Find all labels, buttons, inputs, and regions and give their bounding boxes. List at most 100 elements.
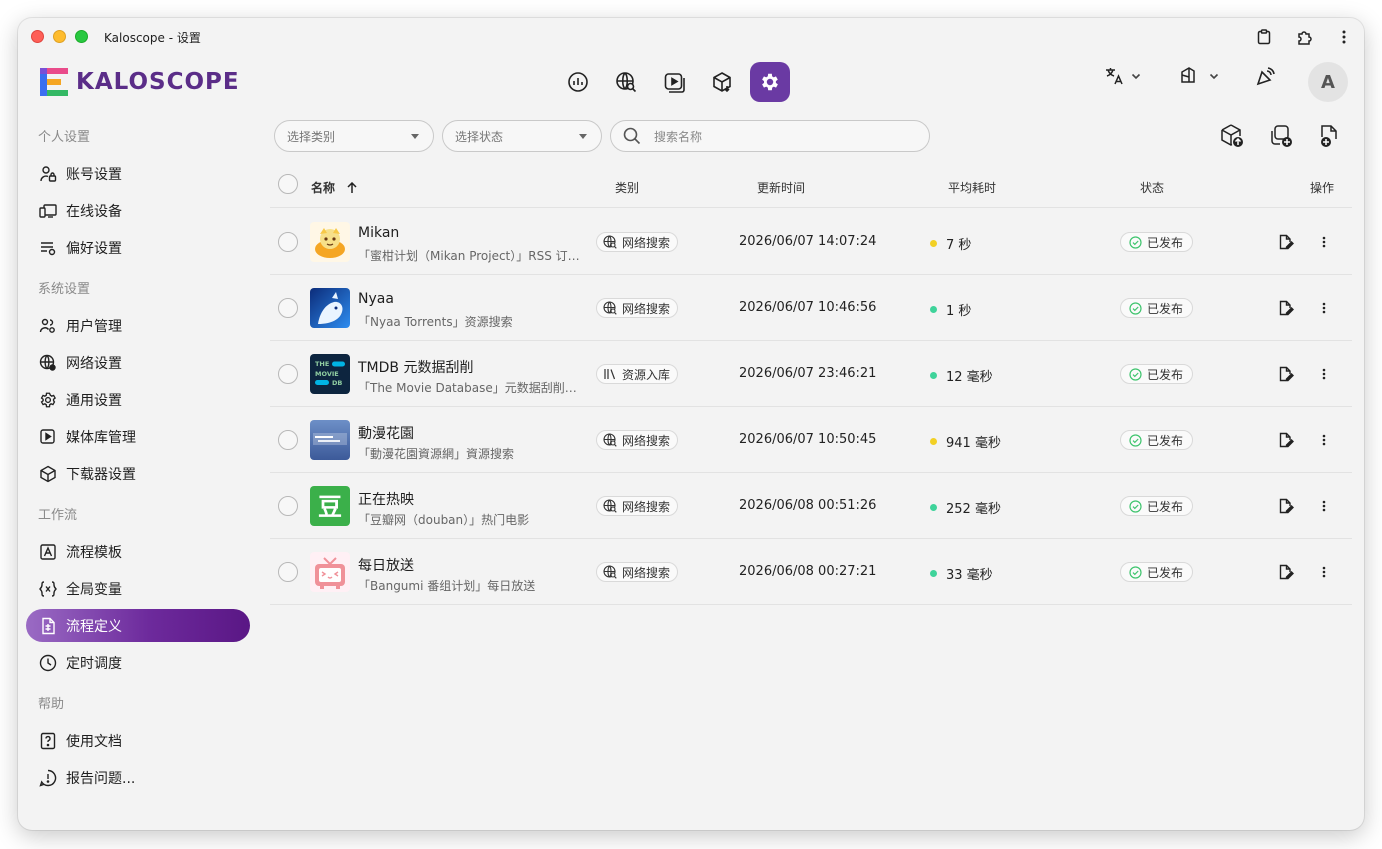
globe-search-icon [603, 565, 617, 579]
zoom-window-button[interactable] [75, 30, 88, 43]
row-name[interactable]: Mikan [358, 225, 399, 241]
row-name[interactable]: TMDB 元数据刮削 [358, 357, 473, 377]
avg-time-value: 33 毫秒 [946, 568, 993, 583]
sidebar-item-user-management[interactable]: 用户管理 [26, 309, 250, 342]
sidebar-item-account-settings[interactable]: 账号设置 [26, 157, 250, 190]
svg-text:DB: DB [332, 379, 342, 387]
edit-button[interactable] [1276, 298, 1296, 318]
new-flow-button[interactable] [1315, 122, 1343, 150]
package-upload-icon [1221, 124, 1243, 147]
sidebar-item-general-settings[interactable]: 通用设置 [26, 383, 250, 416]
clipboard-icon[interactable] [1254, 27, 1274, 47]
avg-time-value: 12 毫秒 [946, 370, 993, 385]
edit-button[interactable] [1276, 430, 1296, 450]
edit-button[interactable] [1276, 562, 1296, 582]
sidebar-item-label: 流程模板 [66, 544, 122, 561]
source-thumbnail: THE MOVIE DB [310, 354, 350, 394]
row-more-button[interactable] [1314, 364, 1334, 384]
nav-dashboard-button[interactable] [558, 62, 598, 102]
select-all-checkbox[interactable] [278, 174, 298, 194]
sidebar-item-network-settings[interactable]: 网络设置 [26, 346, 250, 379]
globe-search-icon [603, 499, 617, 513]
more-vertical-icon [1322, 368, 1326, 380]
minimize-window-button[interactable] [53, 30, 66, 43]
category-label: 网络搜索 [622, 565, 671, 580]
broadcast-icon [1256, 67, 1275, 86]
translate-icon [1106, 68, 1123, 85]
sidebar-item-label: 用户管理 [66, 318, 122, 335]
row-name[interactable]: 每日放送 [358, 555, 414, 575]
column-name-header[interactable]: 名称 [311, 179, 357, 196]
sidebar-item-scheduler[interactable]: 定时调度 [26, 646, 250, 679]
nav-downloader-button[interactable] [702, 62, 742, 102]
nav-search-button[interactable] [606, 62, 646, 102]
edit-button[interactable] [1276, 364, 1296, 384]
row-name[interactable]: 正在热映 [358, 489, 414, 509]
chevron-down-icon [1131, 73, 1141, 80]
language-dropdown[interactable] [1104, 66, 1142, 86]
globe-search-icon [603, 433, 617, 447]
row-more-button[interactable] [1314, 562, 1334, 582]
sidebar-item-preferences[interactable]: 偏好设置 [26, 231, 250, 264]
edit-button[interactable] [1276, 232, 1296, 252]
row-checkbox[interactable] [278, 232, 298, 252]
table-row[interactable]: THE MOVIE DB TMDB 元数据刮削 「The Movie Databas… [270, 341, 1352, 407]
sidebar-item-media-library[interactable]: 媒体库管理 [26, 420, 250, 453]
notifications-button[interactable] [1254, 66, 1276, 88]
theme-dropdown[interactable] [1178, 66, 1220, 86]
sidebar-item-flow-templates[interactable]: 流程模板 [26, 535, 250, 568]
sidebar-item-label: 全局变量 [66, 581, 122, 598]
table-row[interactable]: Mikan 「蜜柑计划（Mikan Project）」RSS 订阅... 网络搜… [270, 209, 1352, 275]
speed-indicator-dot [930, 240, 937, 247]
table-row[interactable]: 每日放送 「Bangumi 番组计划」每日放送 网络搜索 2026/06/08 … [270, 539, 1352, 605]
more-menu-icon[interactable] [1334, 27, 1354, 47]
source-thumbnail: 豆 [310, 486, 350, 526]
row-more-button[interactable] [1314, 496, 1334, 516]
column-avg-time-header: 平均耗时 [948, 181, 997, 195]
status-label: 已发布 [1147, 499, 1184, 514]
row-name[interactable]: Nyaa [358, 291, 394, 307]
row-checkbox[interactable] [278, 298, 298, 318]
source-thumbnail [310, 288, 350, 328]
sidebar-item-label: 下载器设置 [66, 466, 136, 483]
close-window-button[interactable] [31, 30, 44, 43]
extension-icon[interactable] [1294, 27, 1314, 47]
row-name[interactable]: 動漫花園 [358, 423, 414, 443]
avg-time-value: 1 秒 [946, 304, 972, 319]
category-label: 网络搜索 [622, 499, 671, 514]
add-from-template-button[interactable] [1267, 122, 1295, 150]
row-checkbox[interactable] [278, 496, 298, 516]
globe-search-icon [603, 301, 617, 315]
row-checkbox[interactable] [278, 364, 298, 384]
top-nav [558, 62, 790, 102]
import-button[interactable] [1218, 122, 1246, 150]
more-vertical-icon [1322, 434, 1326, 446]
sidebar-item-flow-definition[interactable]: 流程定义 [26, 609, 250, 642]
row-more-button[interactable] [1314, 430, 1334, 450]
sidebar-item-online-devices[interactable]: 在线设备 [26, 194, 250, 227]
sidebar-item-documentation[interactable]: 使用文档 [26, 724, 250, 757]
avg-time: 252 毫秒 [930, 498, 1001, 517]
status-select[interactable]: 选择状态 [442, 120, 602, 152]
sidebar-item-report-issue[interactable]: 报告问题... [26, 761, 250, 794]
table-row[interactable]: Nyaa 「Nyaa Torrents」资源搜索 网络搜索 2026/06/07… [270, 275, 1352, 341]
row-more-button[interactable] [1314, 298, 1334, 318]
user-avatar[interactable]: A [1308, 62, 1348, 102]
search-input[interactable]: 搜索名称 [610, 120, 930, 152]
sidebar-item-downloader-settings[interactable]: 下载器设置 [26, 457, 250, 490]
nav-media-button[interactable] [654, 62, 694, 102]
row-description: 「蜜柑计划（Mikan Project）」RSS 订阅... [358, 249, 586, 263]
row-checkbox[interactable] [278, 562, 298, 582]
category-select[interactable]: 选择类别 [274, 120, 434, 152]
row-more-button[interactable] [1314, 232, 1334, 252]
nav-settings-button[interactable] [750, 62, 790, 102]
edit-button[interactable] [1276, 496, 1296, 516]
row-checkbox[interactable] [278, 430, 298, 450]
edit-file-icon [1279, 564, 1294, 580]
avg-time: 1 秒 [930, 300, 971, 319]
table-row[interactable]: 動漫花園 「動漫花園資源網」資源搜索 网络搜索 2026/06/07 10:50… [270, 407, 1352, 473]
table-row[interactable]: 豆 正在热映 「豆瓣网（douban）」热门电影 网络搜索 2026/06/08… [270, 473, 1352, 539]
sidebar-item-global-variables[interactable]: 全局变量 [26, 572, 250, 605]
globe-search-icon [616, 72, 637, 93]
sidebar-section-help: 帮助 [38, 697, 65, 712]
